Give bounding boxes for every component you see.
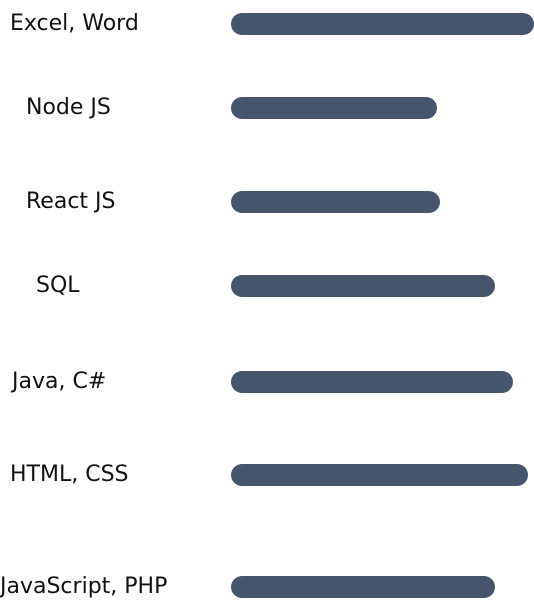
skill-row-excel-word: Excel, Word xyxy=(0,4,534,44)
skill-row-javascript-php: JavaScript, PHP xyxy=(0,567,534,607)
skill-label: SQL xyxy=(36,273,80,298)
skill-bar xyxy=(231,275,495,297)
skill-row-react-js: React JS xyxy=(0,182,534,222)
skill-bar xyxy=(231,464,528,486)
skill-bar xyxy=(231,13,534,35)
skill-row-html-css: HTML, CSS xyxy=(0,455,534,495)
skill-label: Java, C# xyxy=(12,369,107,394)
skill-row-sql: SQL xyxy=(0,266,534,306)
skill-row-node-js: Node JS xyxy=(0,88,534,128)
skill-label: HTML, CSS xyxy=(10,462,129,487)
skill-label: Node JS xyxy=(26,95,111,120)
skill-bar xyxy=(231,576,495,598)
skill-bar xyxy=(231,371,513,393)
skill-bar xyxy=(231,191,440,213)
skill-label: React JS xyxy=(26,189,116,214)
skill-row-java-csharp: Java, C# xyxy=(0,362,534,402)
skill-label: JavaScript, PHP xyxy=(0,574,168,599)
skill-label: Excel, Word xyxy=(10,11,139,36)
skill-bar xyxy=(231,97,437,119)
